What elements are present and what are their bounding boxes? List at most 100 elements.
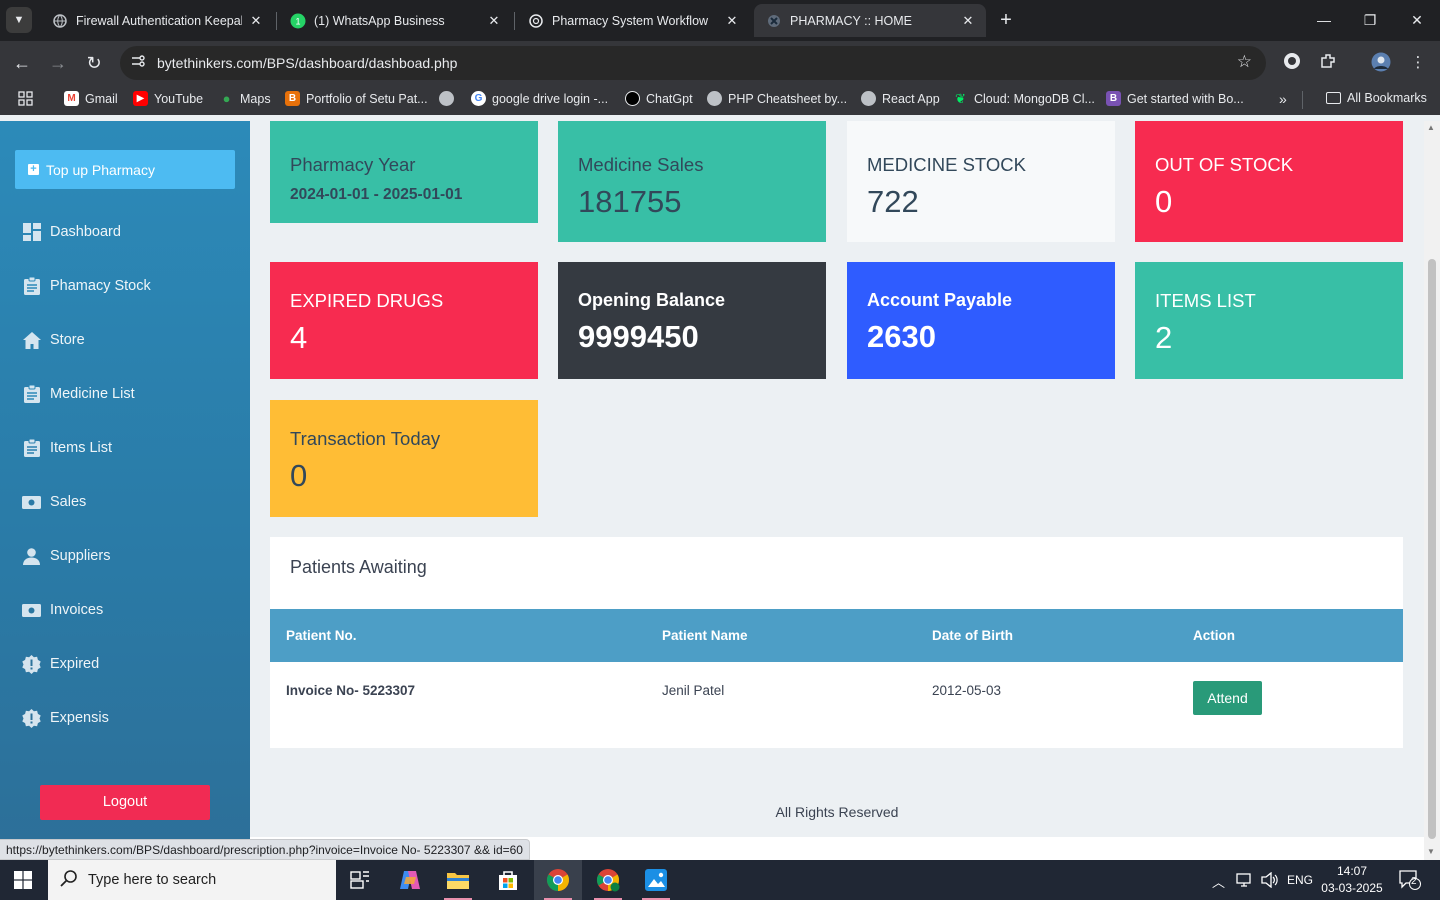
bookmark-portfolio[interactable]: B Portfolio of Setu Pat... [285, 91, 428, 106]
bookmark-react[interactable]: React App [861, 91, 940, 106]
bookmark-separator [1302, 91, 1303, 109]
bookmark-label: YouTube [154, 91, 204, 106]
site-info-icon[interactable] [128, 53, 148, 73]
tab-whatsapp[interactable]: 1 (1) WhatsApp Business ✕ [278, 4, 512, 37]
bookmark-youtube[interactable]: ▶ YouTube [133, 91, 203, 106]
bookmark-label: google drive login -... [492, 91, 609, 106]
alert-badge-icon [22, 708, 41, 728]
tab-workflow[interactable]: Pharmacy System Workflow ✕ [516, 4, 750, 37]
bookmark-php[interactable]: PHP Cheatsheet by... [707, 91, 847, 106]
kebab-menu-icon[interactable]: ⋮ [1407, 52, 1429, 74]
new-tab-button[interactable]: + [994, 8, 1018, 32]
chrome-taskbar-icon[interactable] [534, 860, 582, 900]
tab-title: Pharmacy System Workflow [552, 13, 709, 28]
sidebar-item-medicine-list[interactable]: Medicine List [22, 382, 135, 406]
panel-title: Patients Awaiting [290, 557, 427, 577]
card-label: OUT OF STOCK [1155, 154, 1294, 175]
close-icon[interactable]: ✕ [248, 13, 264, 29]
restore-button[interactable]: ❐ [1356, 8, 1384, 32]
sidebar-item-suppliers[interactable]: Suppliers [22, 544, 110, 568]
chrome-profile-taskbar-icon[interactable] [584, 860, 632, 900]
browser-toolbar: ← → ↻ bytethinkers.com/BPS/dashboard/das… [0, 41, 1440, 85]
scroll-thumb[interactable] [1428, 259, 1436, 839]
tab-pharmacy-home[interactable]: PHARMACY :: HOME ✕ [754, 4, 986, 37]
card-medicine-sales: Medicine Sales 181755 [558, 121, 826, 242]
window-close-button[interactable]: ✕ [1403, 8, 1431, 32]
card-value: 4 [290, 320, 308, 355]
reload-button[interactable]: ↻ [82, 51, 106, 75]
logout-button[interactable]: Logout [40, 785, 210, 820]
close-icon[interactable]: ✕ [724, 13, 740, 29]
portfolio-icon: B [285, 91, 300, 106]
column-header: Patient Name [662, 628, 748, 643]
bookmark-google-drive[interactable]: Ggoogle drive login -... [471, 91, 608, 106]
close-icon[interactable]: ✕ [486, 13, 502, 29]
page-scrollbar[interactable]: ▲ ▼ [1424, 121, 1440, 860]
card-label: Opening Balance [578, 290, 726, 310]
forward-button[interactable]: → [46, 51, 70, 75]
extensions-icon[interactable] [1317, 52, 1339, 74]
tab-search-button[interactable]: ▼ [6, 7, 32, 33]
task-view-icon[interactable] [336, 860, 384, 900]
sidebar-item-items-list[interactable]: Items List [22, 436, 112, 460]
bookmark-globe[interactable] [439, 91, 460, 106]
table-header: Patient No. Patient Name Date of Birth A… [270, 609, 1403, 662]
clipboard-icon [22, 385, 41, 404]
sidebar-item-expired[interactable]: Expired [22, 652, 99, 676]
sidebar-item-store[interactable]: Store [22, 328, 85, 352]
back-button[interactable]: ← [10, 51, 34, 75]
address-bar[interactable]: bytethinkers.com/BPS/dashboard/dashboad.… [120, 46, 1266, 80]
bookmark-maps[interactable]: ● Maps [219, 91, 271, 106]
pharmacy-favicon-icon [766, 13, 782, 29]
tab-title: PHARMACY :: HOME [790, 13, 913, 28]
network-icon[interactable] [1236, 872, 1254, 891]
google-icon: G [471, 91, 486, 106]
more-bookmarks-icon[interactable]: » [1279, 91, 1287, 107]
minimize-button[interactable]: — [1310, 8, 1338, 32]
bookmark-gmail[interactable]: M Gmail [64, 91, 118, 106]
windows-start-icon[interactable] [14, 871, 32, 889]
microsoft-store-icon[interactable] [484, 860, 532, 900]
volume-icon[interactable] [1261, 871, 1279, 891]
tray-overflow-icon[interactable]: ︿ [1212, 872, 1225, 891]
bookmark-mongodb[interactable]: ❦ Cloud: MongoDB Cl... [953, 91, 1095, 106]
notification-center-icon[interactable]: 2 [1399, 870, 1421, 893]
sidebar-item-expensis[interactable]: Expensis [22, 706, 109, 730]
copilot-icon[interactable] [386, 860, 434, 900]
notification-count: 2 [1411, 876, 1417, 887]
globe-icon [439, 91, 454, 106]
scroll-down-icon[interactable]: ▼ [1427, 847, 1435, 856]
bookmark-chatgpt[interactable]: ChatGpt [625, 91, 693, 106]
sidebar-item-label: Sales [50, 494, 87, 510]
system-clock[interactable]: 14:07 03-03-2025 [1318, 863, 1386, 897]
tab-firewall[interactable]: Firewall Authentication Keepalive ✕ [40, 4, 274, 37]
taskbar-search-box[interactable]: Type here to search [48, 860, 336, 900]
dob-cell: 2012-05-03 [932, 683, 1002, 698]
top-up-pharmacy-button[interactable]: + Top up Pharmacy [15, 150, 235, 189]
money-icon [22, 493, 41, 512]
avatar[interactable] [1370, 52, 1392, 74]
plus-square-icon: + [28, 164, 39, 175]
sidebar-item-label: Expensis [50, 710, 109, 726]
bookmark-label: Gmail [85, 91, 118, 106]
bookmark-bootstrap[interactable]: B Get started with Bo... [1106, 91, 1244, 106]
bookmark-label: Portfolio of Setu Pat... [306, 91, 428, 106]
sidebar-item-invoices[interactable]: Invoices [22, 598, 103, 622]
photos-app-icon[interactable] [632, 860, 680, 900]
sidebar-item-pharmacy-stock[interactable]: Phamacy Stock [22, 274, 151, 298]
close-icon[interactable]: ✕ [960, 13, 976, 29]
sidebar-item-label: Suppliers [50, 548, 111, 564]
scroll-up-icon[interactable]: ▲ [1427, 123, 1435, 132]
bookmark-label: React App [882, 91, 940, 106]
tab-separator [276, 12, 277, 30]
attend-button[interactable]: Attend [1193, 681, 1262, 715]
clipboard-icon [22, 439, 41, 458]
all-bookmarks-button[interactable]: All Bookmarks [1326, 91, 1427, 105]
file-explorer-icon[interactable] [434, 860, 482, 900]
profile-extension-icon[interactable] [1281, 52, 1303, 74]
language-indicator[interactable]: ENG [1287, 873, 1313, 887]
sidebar-item-dashboard[interactable]: Dashboard [22, 220, 121, 244]
sidebar-item-sales[interactable]: Sales [22, 490, 86, 514]
bookmark-star-icon[interactable]: ☆ [1237, 52, 1252, 72]
apps-icon[interactable] [18, 91, 33, 106]
